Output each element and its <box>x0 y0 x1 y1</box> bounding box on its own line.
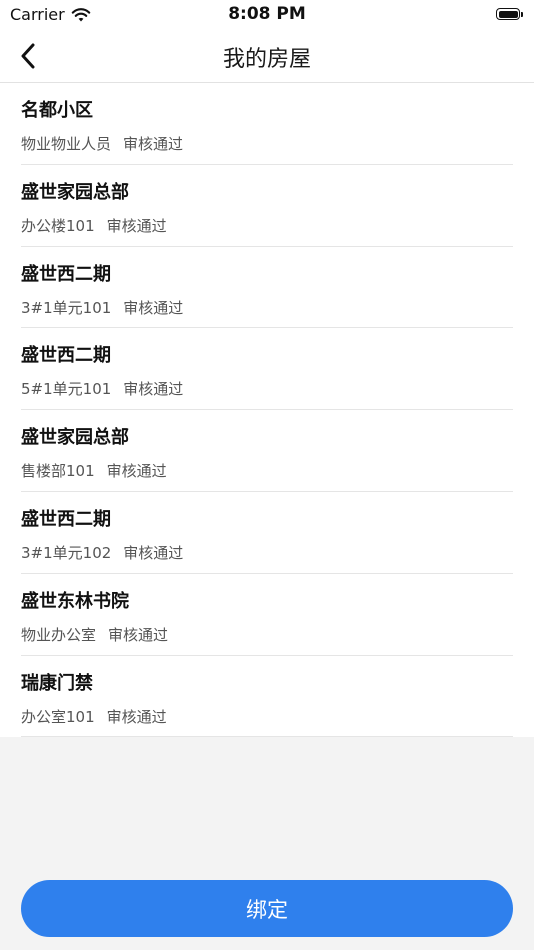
house-status: 审核通过 <box>108 625 169 644</box>
house-status: 审核通过 <box>123 543 184 562</box>
house-status: 审核通过 <box>106 707 167 726</box>
house-details: 办公楼101 审核通过 <box>21 215 167 236</box>
navigation-bar: 我的房屋 <box>0 30 534 83</box>
list-item[interactable]: 盛世东林书院 物业办公室 审核通过 <box>21 574 513 656</box>
house-details: 物业物业人员 审核通过 <box>21 133 183 154</box>
house-unit: 物业办公室 <box>21 625 97 644</box>
list-item[interactable]: 盛世家园总部 售楼部101 审核通过 <box>21 410 513 492</box>
house-details: 物业办公室 审核通过 <box>21 624 168 645</box>
house-unit: 5#1单元101 <box>21 380 112 399</box>
house-status: 审核通过 <box>106 462 167 481</box>
house-details: 3#1单元101 审核通过 <box>21 297 183 318</box>
house-status: 审核通过 <box>123 135 184 153</box>
status-time: 8:08 PM <box>228 4 306 24</box>
status-bar: Carrier 8:08 PM <box>0 0 534 30</box>
house-status: 审核通过 <box>123 298 184 317</box>
list-item[interactable]: 盛世西二期 5#1单元101 审核通过 <box>21 328 513 411</box>
house-unit: 3#1单元101 <box>21 298 112 317</box>
house-details: 售楼部101 审核通过 <box>21 460 167 481</box>
house-unit: 物业物业人员 <box>21 135 112 153</box>
bind-button[interactable]: 绑定 <box>21 880 513 937</box>
list-item[interactable]: 盛世家园总部 办公楼101 审核通过 <box>21 165 513 247</box>
house-unit: 3#1单元102 <box>21 543 112 562</box>
house-name: 盛世西二期 <box>21 508 111 530</box>
house-name: 盛世西二期 <box>21 263 111 285</box>
house-status: 审核通过 <box>123 380 184 399</box>
list-item[interactable]: 名都小区 物业物业人员 审核通过 <box>21 83 513 165</box>
house-unit: 售楼部101 <box>21 462 95 481</box>
battery-icon <box>496 7 524 21</box>
house-name: 盛世家园总部 <box>21 181 129 203</box>
house-name: 名都小区 <box>21 100 93 121</box>
house-details: 5#1单元101 审核通过 <box>21 378 183 399</box>
page-title: 我的房屋 <box>222 47 311 72</box>
house-details: 3#1单元102 审核通过 <box>21 542 183 563</box>
house-list: 名都小区 物业物业人员 审核通过 盛世家园总部 办公楼101 审核通过 盛世西二… <box>0 83 534 738</box>
list-item[interactable]: 盛世西二期 3#1单元102 审核通过 <box>21 492 513 574</box>
house-unit: 办公室101 <box>21 707 95 726</box>
list-item[interactable]: 盛世西二期 3#1单元101 审核通过 <box>21 247 513 329</box>
list-item[interactable]: 瑞康门禁 办公室101 审核通过 <box>21 656 513 738</box>
house-name: 盛世东林书院 <box>21 590 129 612</box>
house-name: 盛世家园总部 <box>21 427 129 449</box>
house-status: 审核通过 <box>106 216 167 235</box>
house-name: 盛世西二期 <box>21 345 111 367</box>
house-details: 办公室101 审核通过 <box>21 706 167 727</box>
house-unit: 办公楼101 <box>21 216 95 235</box>
house-name: 瑞康门禁 <box>21 672 93 694</box>
